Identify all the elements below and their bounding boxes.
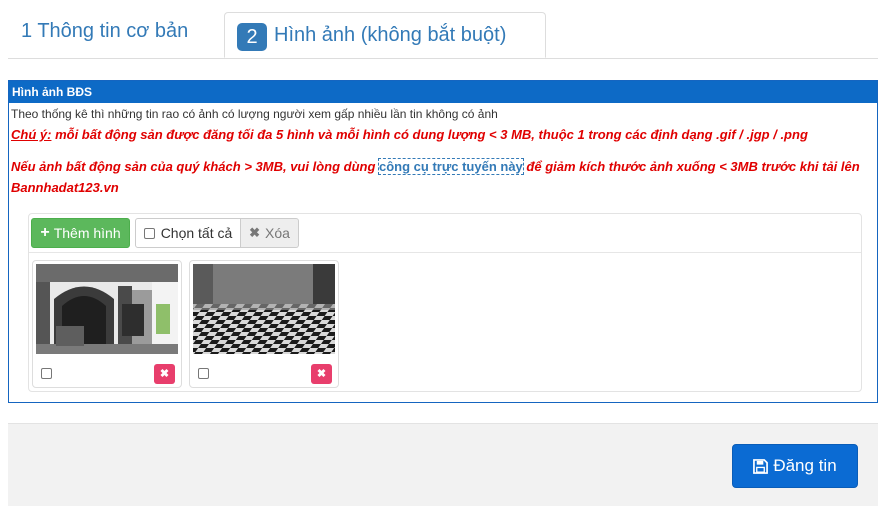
tab-images-label: Hình ảnh (không bắt buột) (274, 24, 507, 46)
uploader-toolbar: + Thêm hình Chọn tất cả ✖ Xóa (29, 214, 861, 253)
delete-button[interactable]: ✖ Xóa (241, 218, 299, 248)
tab-basic-info[interactable]: 1 Thông tin cơ bản (21, 20, 188, 43)
selection-button-group: Chọn tất cả ✖ Xóa (135, 218, 299, 248)
images-panel: Hình ảnh BĐS Theo thống kê thì những tin… (8, 80, 878, 403)
add-image-label: Thêm hình (53, 225, 121, 241)
note-label: Chú ý: (11, 127, 52, 142)
tab-bar: 1 Thông tin cơ bản 2 Hình ảnh (không bắt… (8, 12, 878, 59)
remove-image-button[interactable]: ✖ (154, 364, 175, 384)
form-footer: Đăng tin (8, 423, 878, 506)
checkbox-icon (143, 227, 155, 239)
image-select-checkbox[interactable] (198, 368, 209, 379)
remove-image-button[interactable]: ✖ (311, 364, 332, 384)
select-all-button[interactable]: Chọn tất cả (135, 218, 241, 248)
image-thumbnail: ✖ (32, 260, 182, 388)
submit-label: Đăng tin (773, 456, 837, 475)
tab-step-number: 2 (237, 23, 267, 51)
image-thumbnail: ✖ (189, 260, 339, 388)
delete-label: Xóa (264, 225, 290, 241)
upload-note: Chú ý: mỗi bất động sản được đăng tối đa… (11, 127, 808, 142)
online-tool-link[interactable]: công cụ trực tuyến này (378, 158, 524, 175)
warning-text-before: Nếu ảnh bất động sản của quý khách > 3MB… (11, 159, 380, 174)
select-all-label: Chọn tất cả (160, 225, 233, 241)
image-uploader: + Thêm hình Chọn tất cả ✖ Xóa ✖ ✖ (28, 213, 862, 392)
panel-title: Hình ảnh BĐS (9, 81, 877, 103)
panel-description: Theo thống kê thì những tin rao có ảnh c… (11, 107, 498, 121)
plus-icon: + (40, 224, 50, 241)
property-photo (193, 264, 335, 354)
size-warning: Nếu ảnh bất động sản của quý khách > 3MB… (11, 156, 873, 198)
floppy-disk-icon (753, 458, 769, 474)
image-select-checkbox[interactable] (41, 368, 52, 379)
times-icon: ✖ (249, 225, 260, 240)
property-photo (36, 264, 178, 354)
submit-listing-button[interactable]: Đăng tin (732, 444, 858, 488)
note-text: mỗi bất động sản được đăng tối đa 5 hình… (51, 127, 808, 142)
tab-images[interactable]: 2 Hình ảnh (không bắt buột) (224, 12, 546, 58)
add-image-button[interactable]: + Thêm hình (31, 218, 130, 248)
